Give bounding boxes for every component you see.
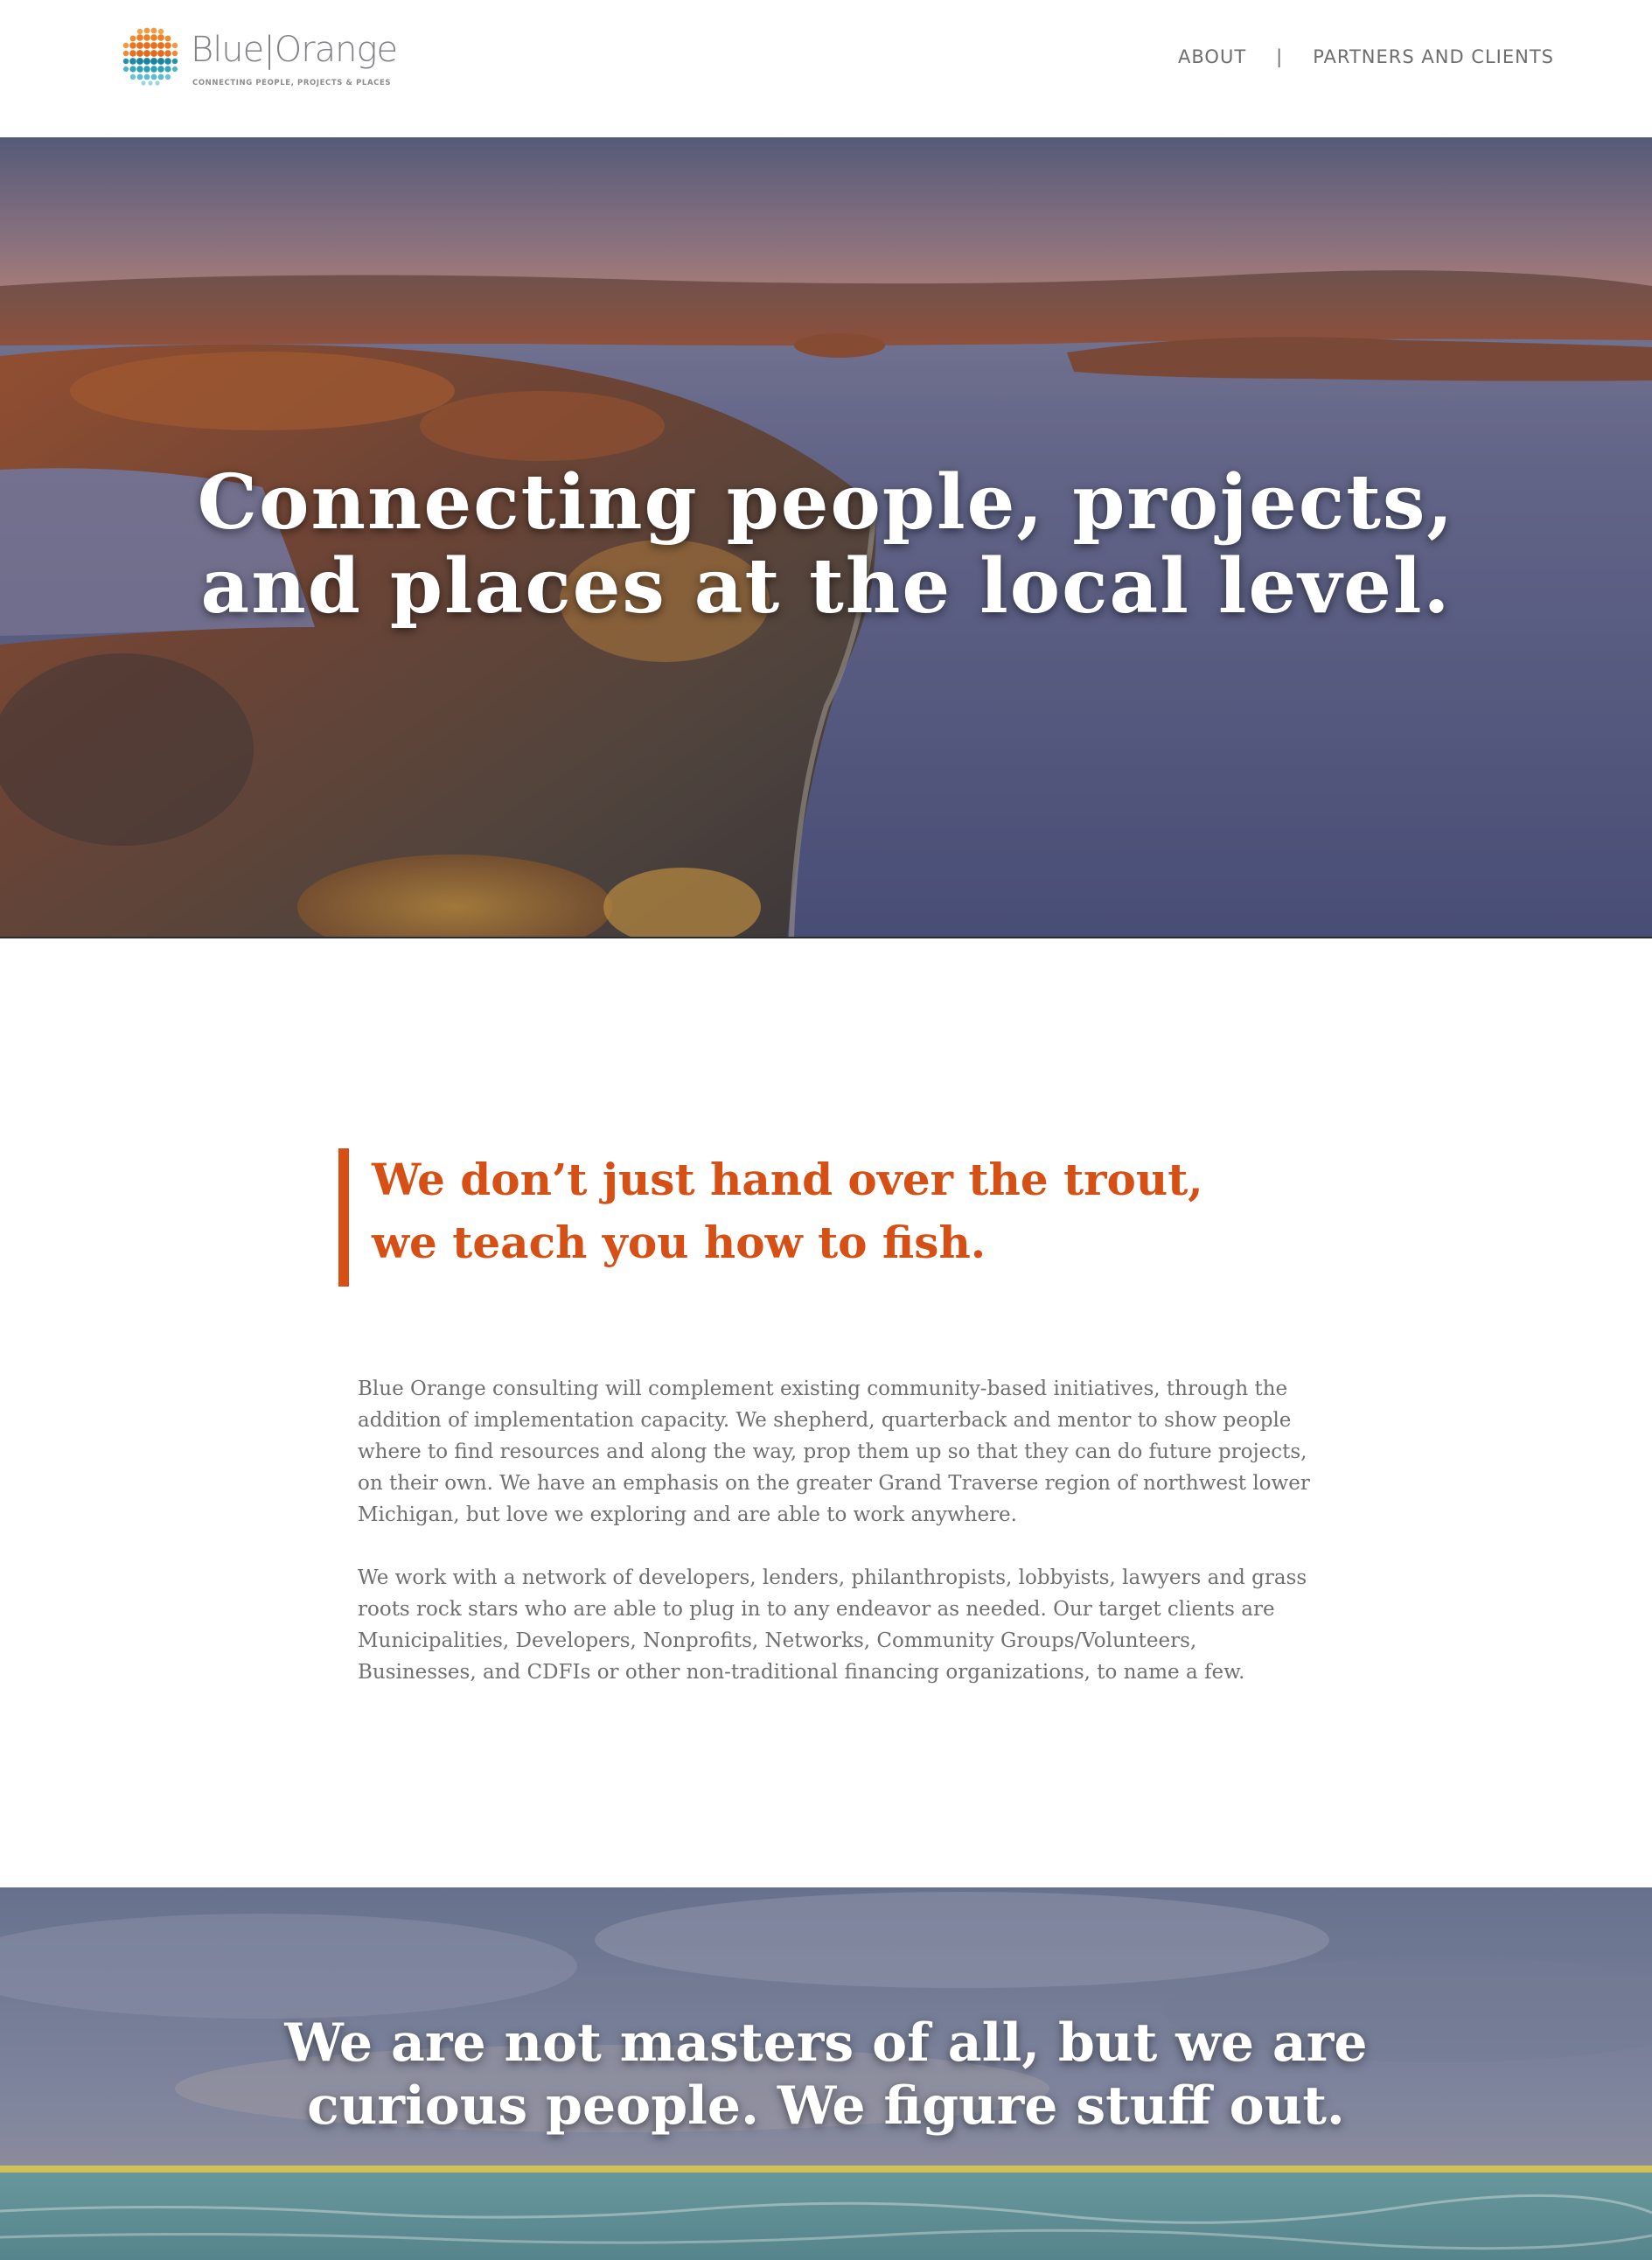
logo-tagline: CONNECTING PEOPLE, PROJECTS & PLACES bbox=[192, 79, 392, 87]
nav-about-link[interactable]: ABOUT bbox=[1178, 46, 1246, 67]
dots-logo-icon bbox=[122, 27, 178, 86]
closing-banner-title: We are not masters of all, but we are cu… bbox=[284, 2012, 1368, 2137]
main-nav: ABOUT | PARTNERS AND CLIENTS bbox=[1178, 46, 1554, 67]
logo-wordmark: Blue|Orange bbox=[191, 30, 398, 70]
pull-quote: We don’t just hand over the trout, we te… bbox=[338, 1148, 1318, 1287]
site-header: Blue|Orange CONNECTING PEOPLE, PROJECTS … bbox=[0, 0, 1652, 137]
nav-separator: | bbox=[1276, 46, 1284, 67]
intro-paragraph: Blue Orange consulting will complement e… bbox=[358, 1378, 1310, 1526]
network-paragraph: We work with a network of developers, le… bbox=[358, 1566, 1307, 1684]
hero-banner: Connecting people, projects, and places … bbox=[0, 137, 1652, 938]
hero-title: Connecting people, projects, and places … bbox=[197, 458, 1455, 631]
closing-banner: We are not masters of all, but we are cu… bbox=[0, 1887, 1652, 2260]
nav-partners-and-clients-link[interactable]: PARTNERS AND CLIENTS bbox=[1313, 46, 1554, 67]
pull-quote-text: We don’t just hand over the trout, we te… bbox=[372, 1154, 1203, 1268]
logo[interactable]: Blue|Orange CONNECTING PEOPLE, PROJECTS … bbox=[121, 26, 398, 92]
